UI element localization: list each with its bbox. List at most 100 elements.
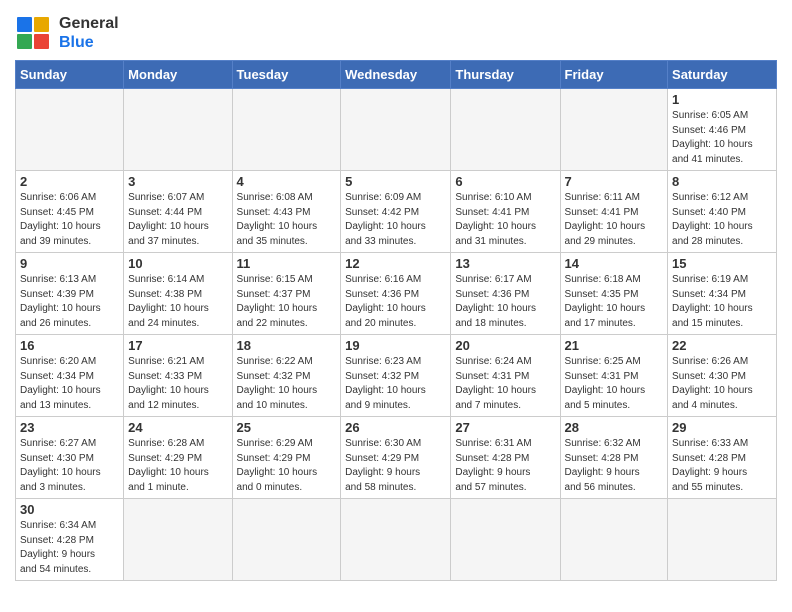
- day-number: 23: [20, 420, 119, 435]
- day-number: 18: [237, 338, 337, 353]
- day-info: Sunrise: 6:15 AM Sunset: 4:37 PM Dayligh…: [237, 273, 337, 331]
- day-info: Sunrise: 6:33 AM Sunset: 4:28 PM Dayligh…: [672, 437, 772, 495]
- day-cell: 10Sunrise: 6:14 AM Sunset: 4:38 PM Dayli…: [124, 253, 232, 335]
- day-cell: 7 Sunrise: 6:11 AM Sunset: 4:41 PM Daylig…: [560, 171, 668, 253]
- day-number: 11: [237, 256, 337, 271]
- day-cell: [16, 89, 124, 171]
- day-number: 25: [237, 420, 337, 435]
- day-info: Sunrise: 6:10 AM Sunset: 4:41 PM Dayligh…: [455, 191, 555, 249]
- day-cell: [560, 499, 668, 581]
- day-info: Sunrise: 6:24 AM Sunset: 4:31 PM Dayligh…: [455, 355, 555, 413]
- day-info: Sunrise: 6:22 AM Sunset: 4:32 PM Dayligh…: [237, 355, 337, 413]
- day-number: 8: [672, 174, 772, 189]
- day-number: 9: [20, 256, 119, 271]
- day-info: Sunrise: 6:26 AM Sunset: 4:30 PM Dayligh…: [672, 355, 772, 413]
- day-number: 21: [565, 338, 664, 353]
- day-number: 22: [672, 338, 772, 353]
- day-number: 17: [128, 338, 227, 353]
- day-number: 29: [672, 420, 772, 435]
- day-number: 5: [345, 174, 446, 189]
- day-cell: 23 Sunrise: 6:27 AM Sunset: 4:30 PM Dayli…: [16, 417, 124, 499]
- day-cell: 16 Sunrise: 6:20 AM Sunset: 4:34 PM Dayli…: [16, 335, 124, 417]
- day-cell: [232, 89, 341, 171]
- day-cell: [124, 499, 232, 581]
- day-cell: 18 Sunrise: 6:22 AM Sunset: 4:32 PM Dayli…: [232, 335, 341, 417]
- day-number: 4: [237, 174, 337, 189]
- day-info: Sunrise: 6:11 AM Sunset: 4:41 PM Dayligh…: [565, 191, 664, 249]
- weekday-friday: Friday: [560, 61, 668, 89]
- day-info: Sunrise: 6:21 AM Sunset: 4:33 PM Dayligh…: [128, 355, 227, 413]
- day-cell: 13Sunrise: 6:17 AM Sunset: 4:36 PM Dayli…: [451, 253, 560, 335]
- day-cell: 8 Sunrise: 6:12 AM Sunset: 4:40 PM Daylig…: [668, 171, 777, 253]
- day-cell: 25 Sunrise: 6:29 AM Sunset: 4:29 PM Dayli…: [232, 417, 341, 499]
- day-info: Sunrise: 6:16 AM Sunset: 4:36 PM Dayligh…: [345, 273, 446, 331]
- logo-svg: [15, 15, 51, 51]
- day-number: 20: [455, 338, 555, 353]
- weekday-wednesday: Wednesday: [341, 61, 451, 89]
- week-row-3: 16 Sunrise: 6:20 AM Sunset: 4:34 PM Dayli…: [16, 335, 777, 417]
- day-info: Sunrise: 6:29 AM Sunset: 4:29 PM Dayligh…: [237, 437, 337, 495]
- day-info: Sunrise: 6:23 AM Sunset: 4:32 PM Dayligh…: [345, 355, 446, 413]
- day-cell: 22 Sunrise: 6:26 AM Sunset: 4:30 PM Dayli…: [668, 335, 777, 417]
- day-info: Sunrise: 6:31 AM Sunset: 4:28 PM Dayligh…: [455, 437, 555, 495]
- day-number: 7: [565, 174, 664, 189]
- day-number: 3: [128, 174, 227, 189]
- day-number: 19: [345, 338, 446, 353]
- day-number: 1: [672, 92, 772, 107]
- day-info: Sunrise: 6:19 AM Sunset: 4:34 PM Dayligh…: [672, 273, 772, 331]
- day-info: Sunrise: 6:17 AM Sunset: 4:36 PM Dayligh…: [455, 273, 555, 331]
- week-row-5: 30Sunrise: 6:34 AM Sunset: 4:28 PM Dayli…: [16, 499, 777, 581]
- day-number: 14: [565, 256, 664, 271]
- day-cell: 2Sunrise: 6:06 AM Sunset: 4:45 PM Daylig…: [16, 171, 124, 253]
- day-number: 26: [345, 420, 446, 435]
- day-cell: 20 Sunrise: 6:24 AM Sunset: 4:31 PM Dayli…: [451, 335, 560, 417]
- day-info: Sunrise: 6:07 AM Sunset: 4:44 PM Dayligh…: [128, 191, 227, 249]
- page: General Blue SundayMondayTuesdayWednesda…: [0, 0, 792, 596]
- day-info: Sunrise: 6:32 AM Sunset: 4:28 PM Dayligh…: [565, 437, 664, 495]
- week-row-2: 9Sunrise: 6:13 AM Sunset: 4:39 PM Daylig…: [16, 253, 777, 335]
- day-number: 12: [345, 256, 446, 271]
- day-cell: 4 Sunrise: 6:08 AM Sunset: 4:43 PM Daylig…: [232, 171, 341, 253]
- header: General Blue: [15, 10, 777, 52]
- day-cell: 3 Sunrise: 6:07 AM Sunset: 4:44 PM Daylig…: [124, 171, 232, 253]
- day-info: Sunrise: 6:30 AM Sunset: 4:29 PM Dayligh…: [345, 437, 446, 495]
- day-number: 30: [20, 502, 119, 517]
- day-cell: 5Sunrise: 6:09 AM Sunset: 4:42 PM Daylig…: [341, 171, 451, 253]
- day-info: Sunrise: 6:20 AM Sunset: 4:34 PM Dayligh…: [20, 355, 119, 413]
- day-cell: 12 Sunrise: 6:16 AM Sunset: 4:36 PM Dayli…: [341, 253, 451, 335]
- day-info: Sunrise: 6:27 AM Sunset: 4:30 PM Dayligh…: [20, 437, 119, 495]
- day-cell: 28Sunrise: 6:32 AM Sunset: 4:28 PM Dayli…: [560, 417, 668, 499]
- day-cell: 26 Sunrise: 6:30 AM Sunset: 4:29 PM Dayli…: [341, 417, 451, 499]
- day-info: Sunrise: 6:05 AM Sunset: 4:46 PM Dayligh…: [672, 109, 772, 167]
- calendar-table: SundayMondayTuesdayWednesdayThursdayFrid…: [15, 60, 777, 581]
- day-cell: [124, 89, 232, 171]
- day-number: 27: [455, 420, 555, 435]
- day-cell: [668, 499, 777, 581]
- day-cell: 1 Sunrise: 6:05 AM Sunset: 4:46 PM Daylig…: [668, 89, 777, 171]
- day-info: Sunrise: 6:08 AM Sunset: 4:43 PM Dayligh…: [237, 191, 337, 249]
- weekday-saturday: Saturday: [668, 61, 777, 89]
- day-number: 24: [128, 420, 227, 435]
- day-cell: 24 Sunrise: 6:28 AM Sunset: 4:29 PM Dayli…: [124, 417, 232, 499]
- day-cell: 11 Sunrise: 6:15 AM Sunset: 4:37 PM Dayli…: [232, 253, 341, 335]
- weekday-monday: Monday: [124, 61, 232, 89]
- day-cell: 21 Sunrise: 6:25 AM Sunset: 4:31 PM Dayli…: [560, 335, 668, 417]
- day-info: Sunrise: 6:28 AM Sunset: 4:29 PM Dayligh…: [128, 437, 227, 495]
- day-number: 2: [20, 174, 119, 189]
- week-row-4: 23 Sunrise: 6:27 AM Sunset: 4:30 PM Dayli…: [16, 417, 777, 499]
- logo-general-text: General: [59, 14, 119, 33]
- week-row-0: 1 Sunrise: 6:05 AM Sunset: 4:46 PM Daylig…: [16, 89, 777, 171]
- day-number: 16: [20, 338, 119, 353]
- weekday-header-row: SundayMondayTuesdayWednesdayThursdayFrid…: [16, 61, 777, 89]
- weekday-thursday: Thursday: [451, 61, 560, 89]
- day-info: Sunrise: 6:25 AM Sunset: 4:31 PM Dayligh…: [565, 355, 664, 413]
- day-cell: [451, 499, 560, 581]
- day-cell: [560, 89, 668, 171]
- logo-blue-text: Blue: [59, 33, 119, 52]
- week-row-1: 2Sunrise: 6:06 AM Sunset: 4:45 PM Daylig…: [16, 171, 777, 253]
- day-cell: 29 Sunrise: 6:33 AM Sunset: 4:28 PM Dayli…: [668, 417, 777, 499]
- day-number: 6: [455, 174, 555, 189]
- day-info: Sunrise: 6:12 AM Sunset: 4:40 PM Dayligh…: [672, 191, 772, 249]
- weekday-sunday: Sunday: [16, 61, 124, 89]
- day-number: 15: [672, 256, 772, 271]
